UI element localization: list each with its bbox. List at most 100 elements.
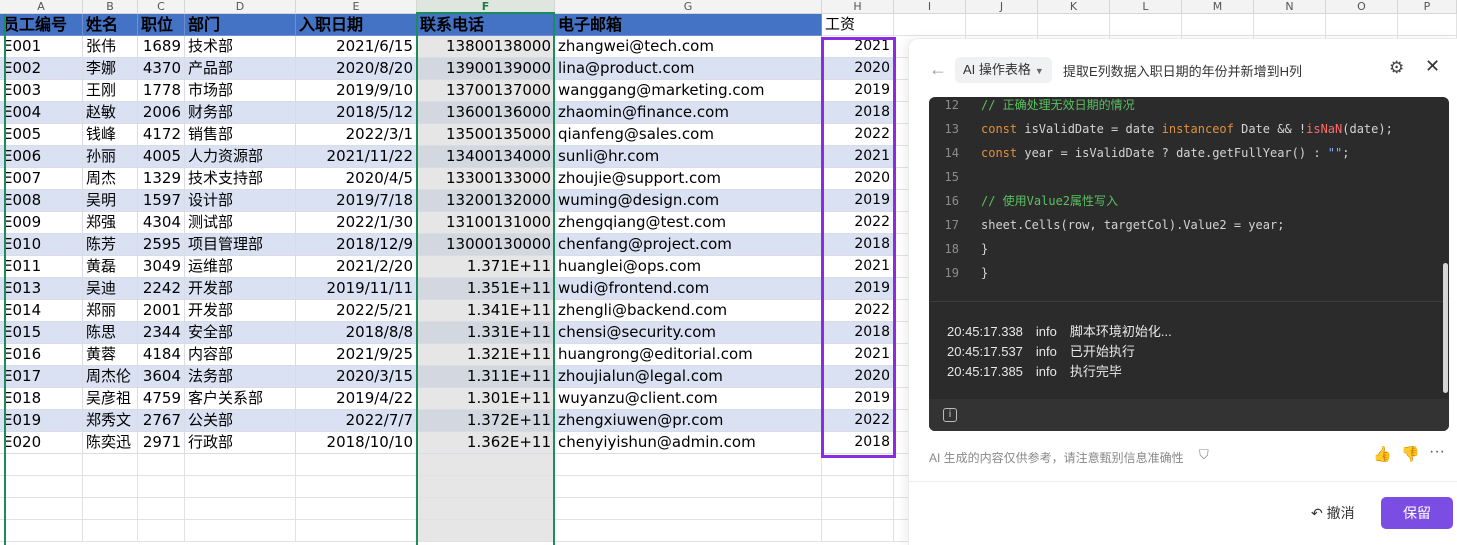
table-cell[interactable]: 4370 bbox=[138, 58, 185, 80]
table-cell[interactable]: 客户关系部 bbox=[185, 388, 296, 410]
empty-cell[interactable] bbox=[296, 454, 417, 476]
table-cell[interactable]: 13200132000 bbox=[417, 190, 555, 212]
empty-cell[interactable] bbox=[138, 454, 185, 476]
table-cell[interactable]: 2019/9/10 bbox=[296, 80, 417, 102]
table-cell[interactable]: 2018 bbox=[822, 234, 894, 256]
table-cell[interactable]: 2019/7/18 bbox=[296, 190, 417, 212]
table-cell[interactable]: 2001 bbox=[138, 300, 185, 322]
table-cell[interactable]: 2018 bbox=[822, 432, 894, 454]
table-cell[interactable]: 李娜 bbox=[83, 58, 138, 80]
table-cell[interactable]: 张伟 bbox=[83, 36, 138, 58]
table-cell[interactable]: 开发部 bbox=[185, 278, 296, 300]
table-cell[interactable]: 13600136000 bbox=[417, 102, 555, 124]
table-cell[interactable]: 财务部 bbox=[185, 102, 296, 124]
empty-cell[interactable] bbox=[555, 498, 822, 520]
table-cell[interactable]: 陈思 bbox=[83, 322, 138, 344]
close-icon[interactable]: ✕ bbox=[1425, 56, 1440, 77]
header-cell[interactable]: 入职日期 bbox=[296, 14, 417, 36]
empty-cell[interactable] bbox=[0, 520, 83, 542]
table-cell[interactable]: 销售部 bbox=[185, 124, 296, 146]
empty-cell[interactable] bbox=[0, 454, 83, 476]
empty-cell[interactable] bbox=[555, 520, 822, 542]
table-cell[interactable]: E015 bbox=[0, 322, 83, 344]
empty-cell[interactable] bbox=[822, 520, 894, 542]
table-cell[interactable]: chenfang@project.com bbox=[555, 234, 822, 256]
table-cell[interactable]: wudi@frontend.com bbox=[555, 278, 822, 300]
table-cell[interactable]: E009 bbox=[0, 212, 83, 234]
table-cell[interactable]: 2021/6/15 bbox=[296, 36, 417, 58]
table-cell[interactable]: 2018/8/8 bbox=[296, 322, 417, 344]
table-cell[interactable]: 市场部 bbox=[185, 80, 296, 102]
empty-cell[interactable] bbox=[296, 520, 417, 542]
table-cell[interactable]: E008 bbox=[0, 190, 83, 212]
table-cell[interactable]: 2020 bbox=[822, 366, 894, 388]
table-cell[interactable]: 2022/7/7 bbox=[296, 410, 417, 432]
table-cell[interactable]: zhoujie@support.com bbox=[555, 168, 822, 190]
table-cell[interactable]: 设计部 bbox=[185, 190, 296, 212]
table-cell[interactable]: 黄蓉 bbox=[83, 344, 138, 366]
empty-cell[interactable] bbox=[555, 476, 822, 498]
column-header-j[interactable]: J bbox=[966, 0, 1038, 14]
empty-cell[interactable] bbox=[417, 520, 555, 542]
table-cell[interactable]: E002 bbox=[0, 58, 83, 80]
table-cell[interactable]: 4172 bbox=[138, 124, 185, 146]
table-cell[interactable]: 4184 bbox=[138, 344, 185, 366]
column-header-e[interactable]: E bbox=[296, 0, 417, 14]
table-cell[interactable]: 1.351E+11 bbox=[417, 278, 555, 300]
table-cell[interactable]: 公关部 bbox=[185, 410, 296, 432]
table-cell[interactable]: 法务部 bbox=[185, 366, 296, 388]
table-cell[interactable]: E001 bbox=[0, 36, 83, 58]
column-header-d[interactable]: D bbox=[185, 0, 296, 14]
table-cell[interactable]: zhengqiang@test.com bbox=[555, 212, 822, 234]
table-cell[interactable]: 4304 bbox=[138, 212, 185, 234]
table-cell[interactable]: 2018/10/10 bbox=[296, 432, 417, 454]
table-cell[interactable]: zhengxiuwen@pr.com bbox=[555, 410, 822, 432]
table-cell[interactable]: E019 bbox=[0, 410, 83, 432]
empty-cell[interactable] bbox=[0, 498, 83, 520]
empty-cell[interactable] bbox=[555, 454, 822, 476]
column-header-m[interactable]: M bbox=[1182, 0, 1254, 14]
table-cell[interactable]: 2021/9/25 bbox=[296, 344, 417, 366]
table-cell[interactable]: E014 bbox=[0, 300, 83, 322]
empty-cell[interactable] bbox=[966, 14, 1038, 36]
table-cell[interactable]: 1689 bbox=[138, 36, 185, 58]
header-cell[interactable]: 姓名 bbox=[83, 14, 138, 36]
table-cell[interactable]: 2021 bbox=[822, 256, 894, 278]
table-cell[interactable]: 王刚 bbox=[83, 80, 138, 102]
table-cell[interactable]: 安全部 bbox=[185, 322, 296, 344]
column-header-a[interactable]: A bbox=[0, 0, 83, 14]
undo-button[interactable]: ↶ 撤消 bbox=[1311, 503, 1355, 523]
table-cell[interactable]: 13800138000 bbox=[417, 36, 555, 58]
table-cell[interactable]: E003 bbox=[0, 80, 83, 102]
table-cell[interactable]: 13500135000 bbox=[417, 124, 555, 146]
table-cell[interactable]: 13900139000 bbox=[417, 58, 555, 80]
table-cell[interactable]: E018 bbox=[0, 388, 83, 410]
table-cell[interactable]: huanglei@ops.com bbox=[555, 256, 822, 278]
table-cell[interactable]: 吴迪 bbox=[83, 278, 138, 300]
header-cell[interactable]: 工资 bbox=[822, 14, 894, 36]
table-cell[interactable]: 2018 bbox=[822, 102, 894, 124]
table-cell[interactable]: 2021 bbox=[822, 146, 894, 168]
empty-cell[interactable] bbox=[83, 498, 138, 520]
table-cell[interactable]: 钱峰 bbox=[83, 124, 138, 146]
empty-cell[interactable] bbox=[822, 476, 894, 498]
table-cell[interactable]: wuyanzu@client.com bbox=[555, 388, 822, 410]
table-cell[interactable]: 2022/1/30 bbox=[296, 212, 417, 234]
table-cell[interactable]: E013 bbox=[0, 278, 83, 300]
table-cell[interactable]: E017 bbox=[0, 366, 83, 388]
table-cell[interactable]: chenyiyishun@admin.com bbox=[555, 432, 822, 454]
table-cell[interactable]: 行政部 bbox=[185, 432, 296, 454]
empty-cell[interactable] bbox=[138, 498, 185, 520]
table-cell[interactable]: zhengli@backend.com bbox=[555, 300, 822, 322]
table-cell[interactable]: wuming@design.com bbox=[555, 190, 822, 212]
empty-cell[interactable] bbox=[296, 476, 417, 498]
table-cell[interactable]: zhoujialun@legal.com bbox=[555, 366, 822, 388]
table-cell[interactable]: 2022 bbox=[822, 300, 894, 322]
table-cell[interactable]: 1.301E+11 bbox=[417, 388, 555, 410]
column-header-c[interactable]: C bbox=[138, 0, 185, 14]
header-cell[interactable]: 职位 bbox=[138, 14, 185, 36]
table-cell[interactable]: 2022/3/1 bbox=[296, 124, 417, 146]
column-header-b[interactable]: B bbox=[83, 0, 138, 14]
empty-cell[interactable] bbox=[185, 454, 296, 476]
table-cell[interactable]: 2019/4/22 bbox=[296, 388, 417, 410]
